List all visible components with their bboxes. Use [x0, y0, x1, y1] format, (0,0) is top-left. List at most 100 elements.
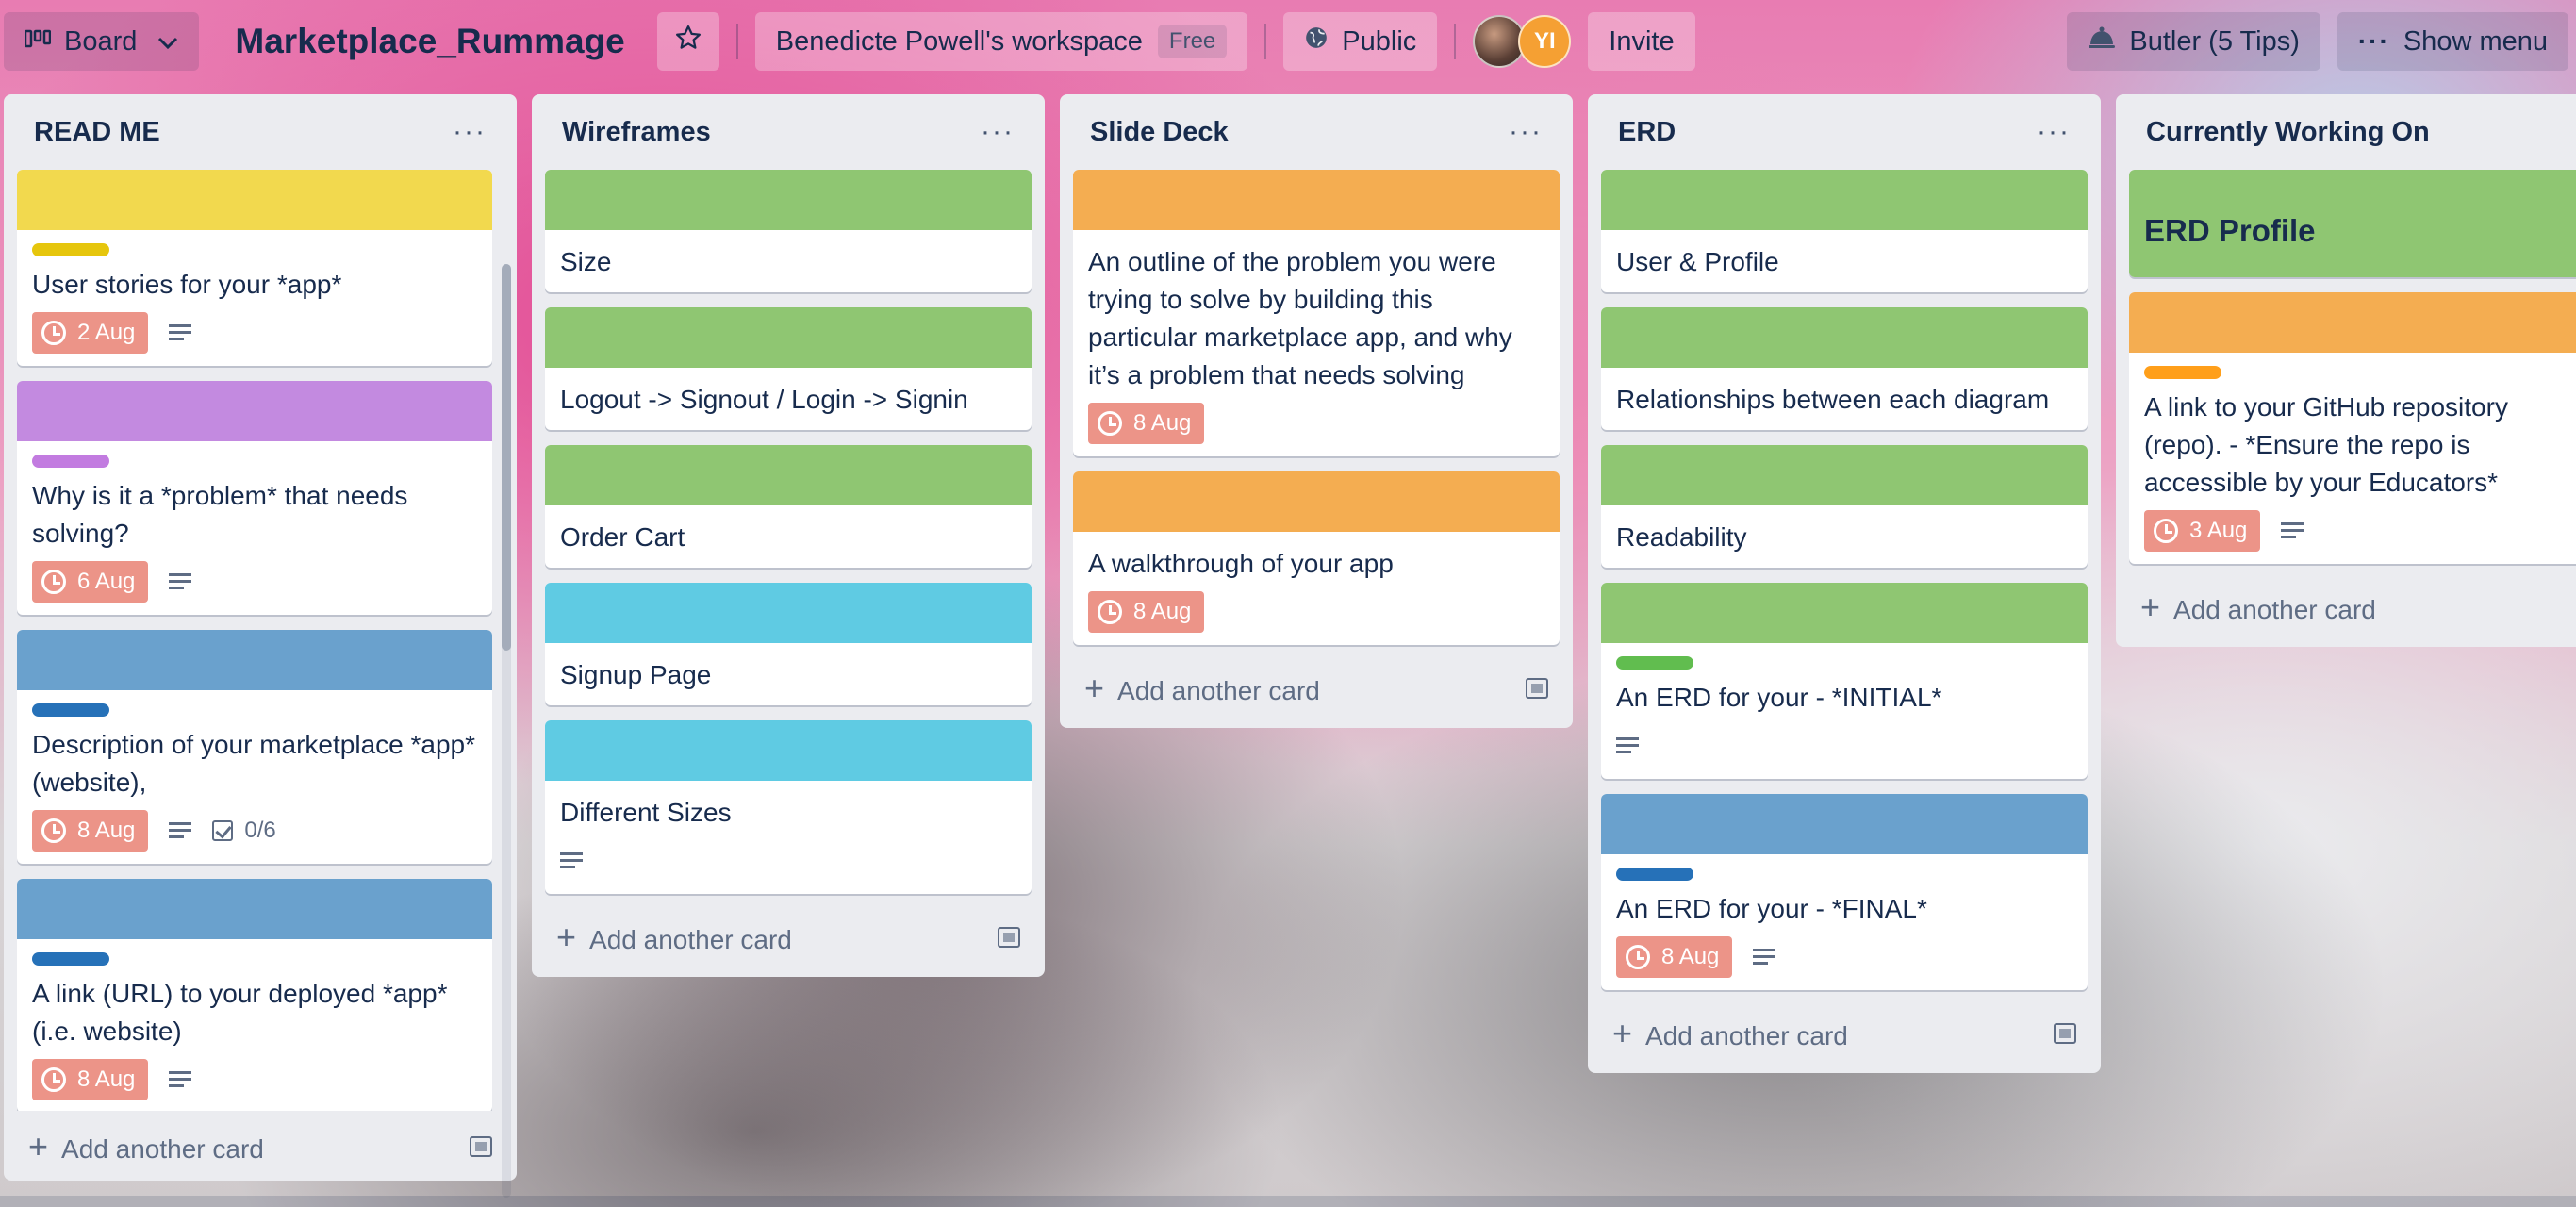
- add-card-label: Add another card: [589, 925, 792, 954]
- add-card-row: + Add another card: [2129, 579, 2576, 636]
- ellipsis-icon: ···: [2357, 26, 2390, 56]
- card-label[interactable]: [32, 455, 109, 468]
- add-card-button[interactable]: + Add another card: [2140, 587, 2376, 627]
- clock-icon: [41, 321, 66, 345]
- card-template-icon[interactable]: [470, 1136, 492, 1157]
- due-date-badge[interactable]: 8 Aug: [32, 810, 149, 852]
- list-title[interactable]: Slide Deck: [1090, 117, 1229, 148]
- invite-button[interactable]: Invite: [1588, 12, 1695, 71]
- butler-button[interactable]: Butler (5 Tips): [2067, 12, 2320, 71]
- card-cover: [17, 630, 492, 690]
- due-date-badge[interactable]: 8 Aug: [1088, 591, 1205, 633]
- board-icon: [24, 26, 52, 58]
- card-label[interactable]: [1616, 656, 1693, 670]
- add-card-button[interactable]: + Add another card: [28, 1127, 264, 1166]
- card-label[interactable]: [32, 952, 109, 966]
- list-scrollbar[interactable]: [502, 264, 511, 1198]
- board-horizontal-scrollbar[interactable]: [0, 1196, 2576, 1207]
- card-cover: [1601, 794, 2088, 854]
- due-date-badge[interactable]: 8 Aug: [32, 1059, 149, 1100]
- add-card-row: + Add another card: [1601, 1005, 2088, 1062]
- card-title: Order Cart: [560, 522, 685, 552]
- card[interactable]: ERD Profile: [2129, 170, 2576, 277]
- card[interactable]: Order Cart: [545, 445, 1032, 568]
- star-button[interactable]: [656, 12, 719, 71]
- card[interactable]: Logout -> Signout / Login -> Signin: [545, 307, 1032, 430]
- board-switcher-button[interactable]: Board: [4, 12, 200, 71]
- list-title[interactable]: Wireframes: [562, 117, 711, 148]
- scrollbar-thumb[interactable]: [502, 264, 511, 651]
- checklist-count: 0/6: [244, 818, 276, 843]
- show-menu-button[interactable]: ··· Show menu: [2337, 12, 2568, 71]
- card[interactable]: Different Sizes: [545, 720, 1032, 894]
- card-title: A walkthrough of your app: [1088, 549, 1394, 578]
- card-cover: [1073, 170, 1560, 230]
- workspace-button[interactable]: Benedicte Powell's workspace Free: [754, 12, 1248, 71]
- list-wireframes: Wireframes ··· Size Logout -> Signout / …: [532, 94, 1045, 977]
- visibility-button[interactable]: Public: [1283, 12, 1438, 71]
- plus-icon: +: [1084, 669, 1105, 707]
- card[interactable]: A link (URL) to your deployed *app* (i.e…: [17, 879, 492, 1111]
- card-label[interactable]: [2144, 366, 2221, 379]
- description-icon: [169, 822, 192, 839]
- description-icon: [169, 573, 192, 590]
- card[interactable]: Relationships between each diagram: [1601, 307, 2088, 430]
- card[interactable]: Readability: [1601, 445, 2088, 568]
- butler-bell-icon: [2088, 25, 2116, 58]
- card-title: Signup Page: [560, 660, 712, 689]
- description-icon: [169, 1071, 192, 1088]
- due-date-badge[interactable]: 3 Aug: [2144, 510, 2261, 552]
- due-date-badge[interactable]: 8 Aug: [1088, 403, 1205, 444]
- card-title: A link to your GitHub repository (repo).…: [2144, 392, 2508, 497]
- board-members: YI: [1473, 15, 1572, 68]
- butler-label: Butler (5 Tips): [2129, 25, 2300, 57]
- card[interactable]: Size: [545, 170, 1032, 292]
- board-title[interactable]: Marketplace_Rummage: [235, 22, 624, 61]
- due-date-badge[interactable]: 8 Aug: [1616, 936, 1733, 978]
- description-icon: [169, 324, 192, 341]
- list-title[interactable]: ERD: [1618, 117, 1676, 148]
- more-icon[interactable]: ···: [2037, 116, 2071, 148]
- due-date: 3 Aug: [2189, 518, 2248, 543]
- list-title[interactable]: READ ME: [34, 117, 160, 148]
- list-cards: An outline of the problem you were tryin…: [1073, 170, 1560, 660]
- card-title: Relationships between each diagram: [1616, 385, 2050, 414]
- card[interactable]: An ERD for your - *FINAL* 8 Aug: [1601, 794, 2088, 990]
- card-title: An ERD for your - *FINAL*: [1616, 894, 1927, 923]
- card-template-icon[interactable]: [2054, 1023, 2076, 1044]
- card-template-icon[interactable]: [1526, 678, 1548, 699]
- list-title[interactable]: Currently Working On: [2146, 117, 2430, 148]
- add-card-button[interactable]: + Add another card: [1084, 669, 1320, 708]
- card-label[interactable]: [32, 243, 109, 256]
- card[interactable]: User stories for your *app* 2 Aug: [17, 170, 492, 366]
- description-icon: [560, 852, 583, 869]
- avatar-initials[interactable]: YI: [1518, 15, 1572, 68]
- add-card-button[interactable]: + Add another card: [556, 918, 792, 957]
- card[interactable]: A walkthrough of your app 8 Aug: [1073, 471, 1560, 645]
- card[interactable]: An outline of the problem you were tryin…: [1073, 170, 1560, 456]
- card-cover: [1601, 170, 2088, 230]
- card[interactable]: Description of your marketplace *app* (w…: [17, 630, 492, 864]
- due-date-badge[interactable]: 6 Aug: [32, 561, 149, 603]
- card-title: Why is it a *problem* that needs solving…: [32, 481, 408, 548]
- card-cover: [545, 170, 1032, 230]
- card-title: A link (URL) to your deployed *app* (i.e…: [32, 979, 448, 1046]
- card-template-icon[interactable]: [998, 927, 1020, 948]
- card-label[interactable]: [32, 703, 109, 717]
- card[interactable]: Why is it a *problem* that needs solving…: [17, 381, 492, 615]
- card[interactable]: Signup Page: [545, 583, 1032, 705]
- card-label[interactable]: [1616, 868, 1693, 881]
- checkbox-icon: [212, 820, 234, 841]
- clock-icon: [41, 818, 66, 843]
- list-header: Wireframes ···: [545, 94, 1032, 170]
- card[interactable]: A link to your GitHub repository (repo).…: [2129, 292, 2576, 564]
- header-right: Butler (5 Tips) ··· Show menu: [2067, 12, 2572, 71]
- card-cover: [1601, 307, 2088, 368]
- more-icon[interactable]: ···: [453, 116, 487, 148]
- due-date-badge[interactable]: 2 Aug: [32, 312, 149, 354]
- more-icon[interactable]: ···: [1509, 116, 1543, 148]
- card[interactable]: User & Profile: [1601, 170, 2088, 292]
- more-icon[interactable]: ···: [981, 116, 1015, 148]
- add-card-button[interactable]: + Add another card: [1612, 1014, 1848, 1053]
- card[interactable]: An ERD for your - *INITIAL*: [1601, 583, 2088, 779]
